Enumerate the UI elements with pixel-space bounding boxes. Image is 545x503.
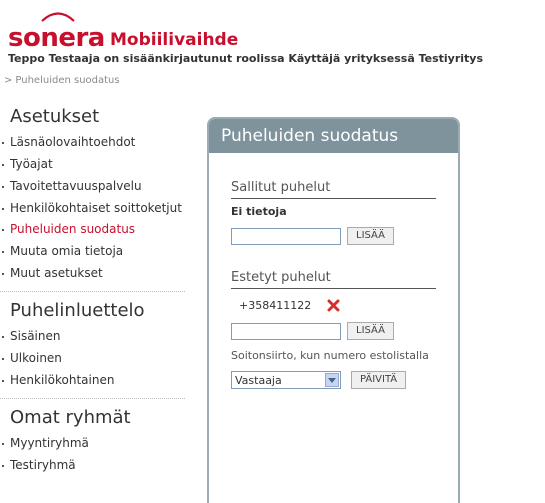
blocked-calls-heading: Estetyt puhelut (231, 269, 436, 289)
bullet-icon (2, 229, 4, 231)
sidebar-item-label: Henkilökohtaiset soittoketjut (10, 201, 182, 215)
sidebar-heading-omat-ryhmat: Omat ryhmät (10, 407, 131, 428)
sidebar-item-ulkoinen[interactable]: Ulkoinen (0, 348, 185, 370)
breadcrumb: > Puheluiden suodatus (4, 75, 120, 87)
allowed-add-button[interactable]: LISÄÄ (347, 227, 395, 245)
bullet-icon (2, 336, 4, 338)
allowed-calls-add-row: LISÄÄ (231, 227, 458, 245)
sidebar-item-label: Muut asetukset (10, 266, 103, 280)
sidebar-item-muut-asetukset[interactable]: Muut asetukset (0, 263, 185, 285)
sidebar-item-label: Testiryhmä (10, 458, 76, 472)
sidebar-heading-asetukset: Asetukset (10, 106, 100, 127)
update-button[interactable]: PÄIVITÄ (351, 371, 407, 389)
sidebar-item-henkilokohtainen[interactable]: Henkilökohtainen (0, 370, 185, 392)
sidebar-item-label: Tavoitettavuuspalvelu (10, 179, 142, 193)
sidebar-list-omat-ryhmat: Myyntiryhmä Testiryhmä (0, 433, 185, 477)
bullet-icon (2, 208, 4, 210)
blocked-number-row: +358411122 (231, 299, 458, 312)
sidebar-item-label: Puheluiden suodatus (10, 222, 136, 236)
bullet-icon (2, 164, 4, 166)
forwarding-row: Vastaaja PÄIVITÄ (231, 371, 458, 389)
panel-title: Puheluiden suodatus (209, 119, 458, 153)
sonera-logo-arc-icon (41, 12, 75, 22)
sidebar-item-puheluiden-suodatus[interactable]: Puheluiden suodatus (0, 219, 185, 241)
bullet-icon (2, 358, 4, 360)
login-info: Teppo Testaaja on sisäänkirjautunut rool… (8, 52, 484, 65)
bullet-icon (2, 186, 4, 188)
call-filter-panel: Puheluiden suodatus Sallitut puhelut Ei … (207, 117, 460, 503)
bullet-icon (2, 465, 4, 467)
blocked-add-button[interactable]: LISÄÄ (347, 322, 395, 340)
header: sonera Mobiilivaihde Teppo Testaaja on s… (0, 0, 545, 70)
sidebar-item-myyntiryhma[interactable]: Myyntiryhmä (0, 433, 185, 455)
sidebar-section-puhelinluettelo: Puhelinluettelo Sisäinen Ulkoinen Henkil… (0, 298, 185, 399)
breadcrumb-separator: > (4, 75, 13, 86)
sidebar-item-sisainen[interactable]: Sisäinen (0, 326, 185, 348)
allowed-number-input[interactable] (231, 227, 341, 245)
forwarding-select[interactable]: Vastaaja (231, 371, 341, 389)
sidebar-item-label: Ulkoinen (10, 351, 62, 365)
sidebar-heading-puhelinluettelo: Puhelinluettelo (10, 300, 145, 321)
sidebar-item-lasnaolovaihtoehdot[interactable]: Läsnäolovaihtoehdot (0, 132, 185, 154)
bullet-icon (2, 142, 4, 144)
sidebar-item-label: Muuta omia tietoja (10, 244, 124, 258)
sidebar-list-asetukset: Läsnäolovaihtoehdot Työajat Tavoitettavu… (0, 132, 185, 285)
sonera-logo[interactable]: sonera (8, 24, 105, 52)
sidebar-item-label: Henkilökohtainen (10, 373, 115, 387)
sidebar-list-puhelinluettelo: Sisäinen Ulkoinen Henkilökohtainen (0, 326, 185, 392)
forwarding-label: Soitonsiirto, kun numero estolistalla (231, 349, 429, 362)
allowed-calls-empty-text: Ei tietoja (231, 205, 287, 218)
panel-body: Sallitut puhelut Ei tietoja LISÄÄ Estety… (209, 179, 458, 389)
sidebar-item-muuta-omia-tietoja[interactable]: Muuta omia tietoja (0, 241, 185, 263)
sidebar: Asetukset Läsnäolovaihtoehdot Työajat Ta… (0, 100, 185, 489)
bullet-icon (2, 273, 4, 275)
sidebar-item-tavoitettavuuspalvelu[interactable]: Tavoitettavuuspalvelu (0, 176, 185, 198)
sidebar-item-label: Sisäinen (10, 329, 61, 343)
blocked-number: +358411122 (239, 299, 312, 312)
app-title: Mobiilivaihde (110, 30, 239, 50)
sidebar-item-soittoketjut[interactable]: Henkilökohtaiset soittoketjut (0, 198, 185, 219)
sidebar-section-omat-ryhmat: Omat ryhmät Myyntiryhmä Testiryhmä (0, 405, 185, 483)
sidebar-section-asetukset: Asetukset Läsnäolovaihtoehdot Työajat Ta… (0, 104, 185, 292)
sidebar-item-label: Myyntiryhmä (10, 436, 89, 450)
sidebar-item-label: Läsnäolovaihtoehdot (10, 135, 136, 149)
chevron-down-icon[interactable] (325, 373, 339, 387)
bullet-icon (2, 251, 4, 253)
forwarding-select-value: Vastaaja (235, 373, 282, 387)
sidebar-item-tyoajat[interactable]: Työajat (0, 154, 185, 176)
bullet-icon (2, 443, 4, 445)
bullet-icon (2, 380, 4, 382)
blocked-number-input[interactable] (231, 322, 341, 340)
blocked-calls-add-row: LISÄÄ (231, 322, 458, 340)
breadcrumb-current[interactable]: Puheluiden suodatus (15, 75, 119, 86)
remove-icon[interactable] (327, 299, 340, 312)
sidebar-item-label: Työajat (10, 157, 53, 171)
allowed-calls-heading: Sallitut puhelut (231, 179, 436, 199)
sidebar-item-testiryhma[interactable]: Testiryhmä (0, 455, 185, 477)
